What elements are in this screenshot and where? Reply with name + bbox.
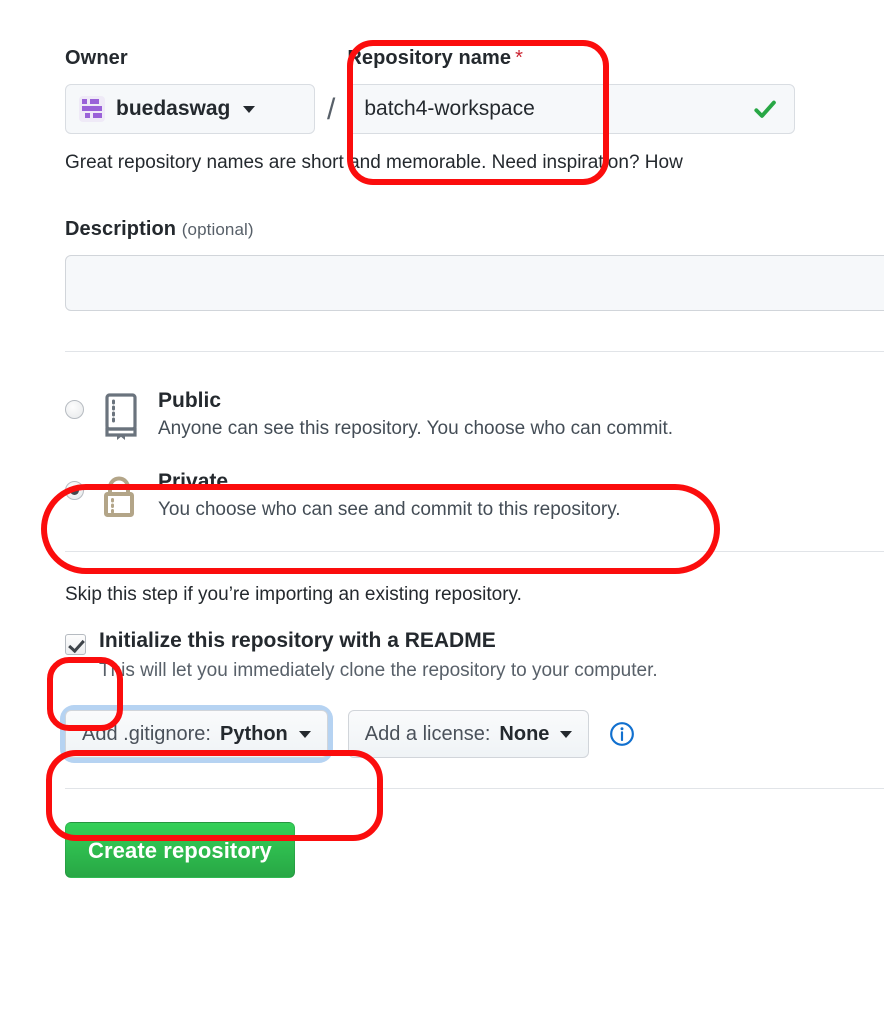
gitignore-prefix: Add .gitignore: — [82, 722, 211, 745]
initialize-section: Skip this step if you’re importing an ex… — [65, 584, 884, 759]
public-title: Public — [158, 388, 222, 412]
gitignore-dropdown[interactable]: Add .gitignore: Python — [65, 710, 328, 759]
private-subtitle: You choose who can see and commit to thi… — [158, 498, 621, 520]
owner-name-separator: / — [327, 93, 336, 126]
initialize-readme-row[interactable]: Initialize this repository with a README… — [65, 628, 884, 685]
owner-name: buedaswag — [116, 97, 231, 120]
create-repository-button[interactable]: Create repository — [65, 822, 295, 879]
owner-field: Owner buedaswag — [65, 47, 315, 134]
license-prefix: Add a license: — [364, 722, 491, 745]
public-radio[interactable] — [65, 399, 84, 419]
repository-name-value: batch4-workspace — [364, 97, 535, 120]
owner-avatar-icon — [79, 96, 105, 122]
divider-above-submit — [65, 788, 884, 790]
initialize-readme-subtitle: This will let you immediately clone the … — [99, 659, 658, 681]
new-repository-form: Owner buedaswag / Repository name * batc… — [65, 0, 884, 879]
description-field: Description (optional) — [65, 218, 884, 311]
owner-and-name-row: Owner buedaswag / Repository name * batc… — [65, 0, 884, 134]
private-radio[interactable] — [65, 480, 84, 500]
description-label-text: Description — [65, 217, 177, 240]
repository-name-input[interactable]: batch4-workspace — [347, 84, 796, 134]
repository-name-helper-text: Great repository names are short and mem… — [65, 152, 683, 173]
info-circle-icon[interactable] — [609, 721, 635, 747]
required-asterisk: * — [515, 47, 523, 69]
visibility-group: Public Anyone can see this repository. Y… — [65, 386, 884, 526]
license-dropdown[interactable]: Add a license: None — [347, 710, 590, 759]
chevron-down-icon — [298, 730, 311, 738]
private-text-block: Private You choose who can see and commi… — [158, 467, 621, 524]
chevron-down-icon — [560, 730, 573, 738]
check-icon — [754, 100, 777, 118]
initialize-readme-text-block: Initialize this repository with a README… — [99, 628, 658, 685]
description-optional-label: (optional) — [181, 219, 254, 239]
divider-above-initialize — [65, 550, 884, 552]
description-label: Description (optional) — [65, 218, 884, 241]
create-repository-form-page: Owner buedaswag / Repository name * batc… — [0, 0, 884, 1012]
initialize-readme-checkbox[interactable] — [65, 633, 86, 655]
gitignore-dropdown-focus-ring: Add .gitignore: Python — [65, 710, 328, 759]
owner-label: Owner — [65, 47, 128, 69]
repository-name-label: Repository name * — [347, 47, 795, 70]
license-dropdown-wrap: Add a license: None — [347, 710, 590, 759]
owner-select[interactable]: buedaswag — [65, 84, 315, 134]
repository-name-label-text: Repository name — [347, 47, 512, 69]
repository-name-field: Repository name * batch4-workspace — [347, 47, 796, 134]
visibility-option-private[interactable]: Private You choose who can see and commi… — [65, 467, 884, 526]
gitignore-value: Python — [219, 722, 288, 745]
template-dropdown-row: Add .gitignore: Python Add a license: No… — [65, 710, 884, 759]
lock-icon — [98, 473, 144, 526]
chevron-down-icon — [243, 105, 256, 113]
initialize-readme-label: Initialize this repository with a README — [99, 628, 496, 652]
divider-above-visibility — [65, 350, 884, 352]
public-text-block: Public Anyone can see this repository. Y… — [158, 386, 673, 443]
private-title: Private — [158, 469, 229, 493]
visibility-option-public[interactable]: Public Anyone can see this repository. Y… — [65, 386, 884, 445]
license-value: None — [499, 722, 550, 745]
repo-book-icon — [98, 392, 144, 445]
description-input[interactable] — [65, 254, 884, 311]
initialize-skip-note: Skip this step if you’re importing an ex… — [65, 583, 522, 605]
public-subtitle: Anyone can see this repository. You choo… — [158, 417, 674, 439]
